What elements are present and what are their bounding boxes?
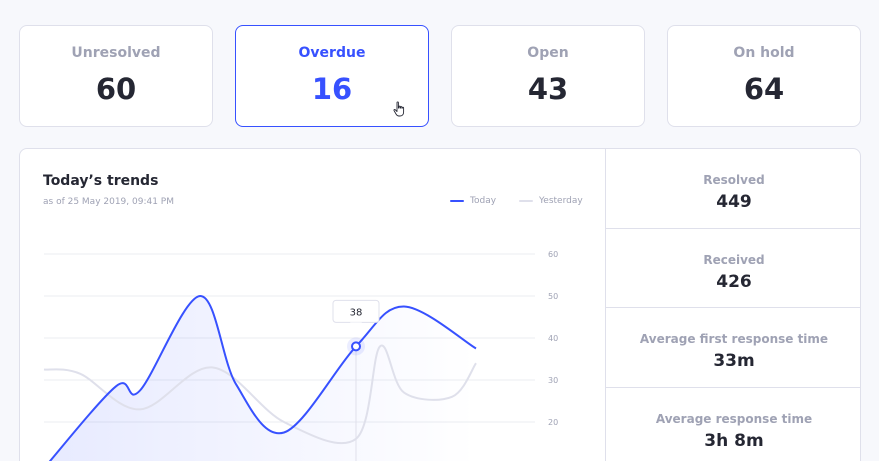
stat-label: Average first response time [639, 332, 829, 346]
line-chart-svg: 60 50 40 30 20 38 [43, 250, 558, 461]
y-tick-label: 60 [548, 250, 558, 259]
hand-cursor-icon [393, 101, 405, 117]
card-on-hold[interactable]: On hold 64 [667, 25, 861, 127]
trends-panel: Today’s trends as of 25 May 2019, 09:41 … [19, 148, 861, 461]
card-label: Open [527, 45, 569, 61]
today-area-fill [50, 295, 476, 461]
card-value: 60 [95, 72, 137, 106]
card-label: Unresolved [71, 45, 161, 61]
stat-received: Received 426 [606, 229, 860, 308]
card-unresolved[interactable]: Unresolved 60 [19, 25, 213, 127]
highlight-point [351, 341, 361, 352]
y-tick-label: 40 [548, 334, 558, 343]
stat-value: 449 [716, 192, 752, 212]
stats-sidebar: Resolved 449 Received 426 Average first … [605, 149, 860, 461]
y-tick-label: 50 [548, 292, 558, 301]
stat-avg-first-response: Average first response time 33m [606, 308, 860, 388]
stat-label: Average response time [655, 411, 813, 426]
stat-value: 3h 8m [704, 430, 764, 451]
card-value: 64 [743, 72, 785, 106]
stat-value: 426 [716, 271, 752, 292]
card-label: On hold [733, 45, 795, 61]
stat-label: Resolved [703, 173, 765, 187]
stat-resolved: Resolved 449 [606, 149, 860, 229]
card-value: 43 [527, 72, 569, 106]
tooltip-arrow [350, 322, 362, 330]
y-tick-label: 30 [548, 376, 558, 385]
stat-avg-response: Average response time 3h 8m [606, 388, 860, 461]
stat-label: Received [703, 252, 765, 267]
y-tick-label: 20 [548, 418, 558, 427]
tooltip-value: 38 [350, 307, 363, 318]
trends-chart: Today’s trends as of 25 May 2019, 09:41 … [20, 149, 605, 461]
card-open[interactable]: Open 43 [451, 25, 645, 127]
stat-value: 33m [713, 351, 755, 371]
card-label: Overdue [298, 45, 366, 61]
